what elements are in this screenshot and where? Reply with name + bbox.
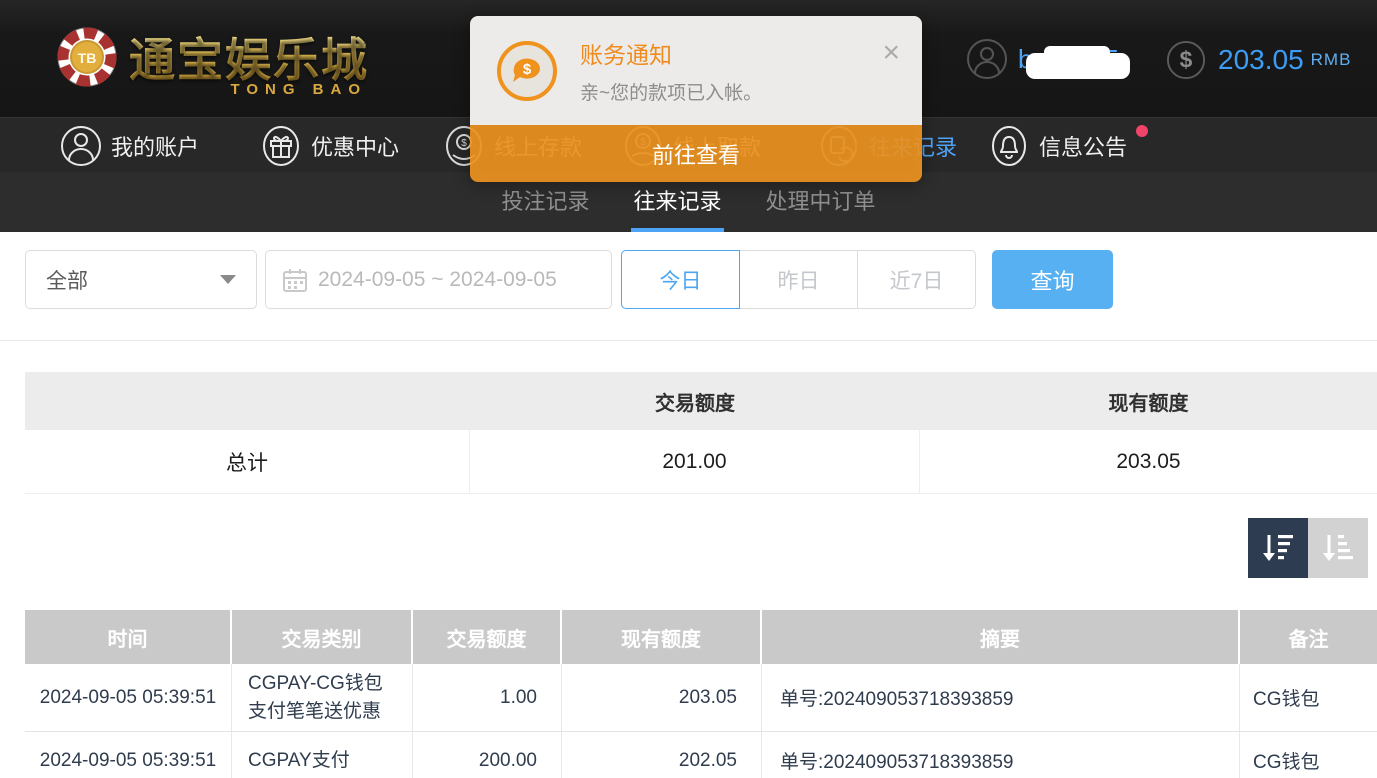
cell-type: CGPAY支付 [232,732,413,778]
nav-item-announcements[interactable]: 信息公告 [988,118,1127,173]
cell-time: 2024-09-05 05:39:51 [25,732,232,778]
cell-remark: CG钱包 [1240,732,1377,778]
cell-balance: 202.05 [562,732,762,778]
modal-message: 亲~您的款项已入帐。 [580,78,762,105]
account-notice-modal: $ 账务通知 亲~您的款项已入帐。 × 前往查看 [470,16,922,182]
balance-amount: 203.05 [1218,44,1304,76]
col-header-remark: 备注 [1240,610,1377,664]
filter-bar: 全部 2024-09-05 ~ 2024-09-05 今日 昨日 近7日 查询 [0,232,1377,340]
close-icon[interactable]: × [882,38,900,68]
date-range-input[interactable]: 2024-09-05 ~ 2024-09-05 [265,250,612,309]
brand-subtitle: TONG BAO [230,81,367,98]
cell-summary: 单号:202409053718393859 [762,732,1240,778]
section-divider [0,340,1377,341]
money-chat-icon: $ [496,40,558,102]
records-table: 时间 交易类别 交易额度 现有额度 摘要 备注 2024-09-05 05:39… [25,610,1377,778]
notification-dot-badge [1136,125,1148,137]
summary-table: 交易额度 现有额度 总计 201.00 203.05 [25,372,1377,494]
cell-amount: 1.00 [413,664,562,731]
table-row: 2024-09-05 05:39:51 CGPAY支付 200.00 202.0… [25,732,1377,778]
col-header-balance: 现有额度 [562,610,762,664]
sort-ascending-button[interactable] [1308,518,1368,578]
yesterday-button[interactable]: 昨日 [739,250,858,309]
calendar-icon [282,267,308,293]
cell-remark: CG钱包 [1240,664,1377,731]
summary-header-balance: 现有额度 [920,372,1377,430]
cell-type: CGPAY-CG钱包支付笔笔送优惠 [232,664,413,731]
user-account[interactable]: b5 [966,38,1119,80]
summary-total-balance: 203.05 [920,430,1377,493]
search-button[interactable]: 查询 [992,250,1113,309]
cell-amount: 200.00 [413,732,562,778]
col-header-type: 交易类别 [232,610,413,664]
summary-total-row: 总计 201.00 203.05 [25,430,1377,494]
sort-descending-icon [1259,529,1297,567]
caret-down-icon [220,275,236,284]
user-avatar-icon [966,38,1008,80]
balance: $ 203.05 RMB [1166,40,1351,80]
username: b5 [1018,44,1119,75]
col-header-time: 时间 [25,610,232,664]
svg-text:TB: TB [78,50,97,66]
cell-balance: 203.05 [562,664,762,731]
col-header-amount: 交易额度 [413,610,562,664]
brand-logo[interactable]: TB 通宝娱乐城 TONG BAO [55,24,369,90]
balance-currency: RMB [1311,50,1352,70]
last7days-button[interactable]: 近7日 [857,250,976,309]
cell-summary: 单号:202409053718393859 [762,664,1240,731]
svg-text:$: $ [461,138,467,149]
modal-title: 账务通知 [580,36,762,70]
sort-controls [1248,518,1368,578]
svg-text:$: $ [523,61,532,78]
table-row: 2024-09-05 05:39:51 CGPAY-CG钱包支付笔笔送优惠 1.… [25,664,1377,732]
summary-header-row: 交易额度 现有额度 [25,372,1377,430]
summary-header-transaction: 交易额度 [470,372,920,430]
dollar-coin-icon: $ [1166,40,1206,80]
today-button[interactable]: 今日 [621,250,740,309]
quick-date-buttons: 今日 昨日 近7日 [621,250,976,309]
casino-chip-icon: TB [55,25,119,89]
col-header-summary: 摘要 [762,610,1240,664]
summary-header-empty [25,372,470,430]
svg-text:$: $ [1180,47,1193,73]
nav-item-promotions[interactable]: 优惠中心 [260,118,399,173]
gift-icon [260,125,302,167]
sort-descending-button[interactable] [1248,518,1308,578]
sort-ascending-icon [1319,529,1357,567]
summary-total-transaction: 201.00 [470,430,920,493]
cell-time: 2024-09-05 05:39:51 [25,664,232,731]
page: TB 通宝娱乐城 TONG BAO b5 $ 203.05 [0,0,1377,778]
nav-item-my-account[interactable]: 我的账户 [60,118,199,173]
records-header-row: 时间 交易类别 交易额度 现有额度 摘要 备注 [25,610,1377,664]
summary-total-label: 总计 [25,430,470,493]
go-view-button[interactable]: 前往查看 [470,125,922,182]
type-select[interactable]: 全部 [25,250,257,309]
user-icon [60,125,102,167]
bell-icon [988,125,1030,167]
username-redaction [1026,53,1130,79]
